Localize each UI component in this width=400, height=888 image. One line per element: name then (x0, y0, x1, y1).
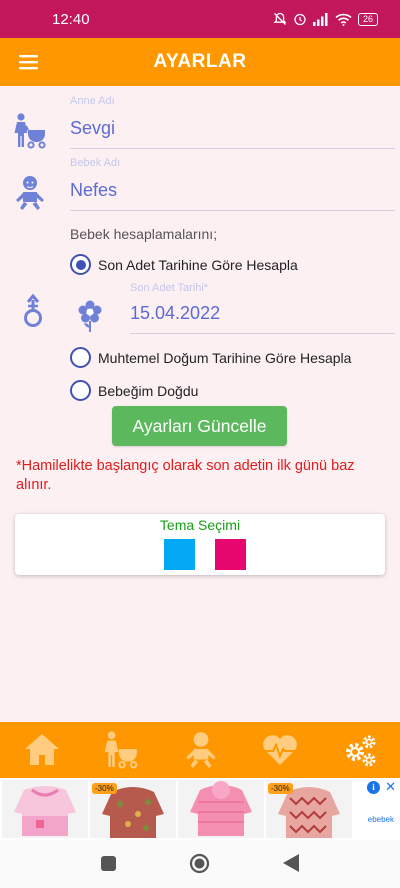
home-button[interactable] (189, 853, 210, 878)
option-due-date[interactable]: Muhtemel Doğum Tarihine Göre Hesapla (70, 347, 351, 368)
alarm-icon (294, 13, 306, 26)
settings-gears-icon (346, 735, 376, 767)
discount-badge: -30% (92, 783, 117, 794)
status-bar: 12:40 26 (0, 0, 400, 38)
radio-button[interactable] (70, 347, 91, 368)
nav-mother[interactable] (101, 730, 141, 770)
app-bar: AYARLAR (0, 38, 400, 86)
option-last-period[interactable]: Son Adet Tarihine Göre Hesapla (70, 254, 298, 275)
baby-icon (186, 732, 216, 768)
ad-banner[interactable]: -30% -30% i ✕ ebebek (0, 778, 400, 840)
theme-title: Tema Seçimi (159, 517, 241, 533)
system-navigation-bar (0, 840, 400, 888)
ad-product-image[interactable] (2, 780, 88, 838)
wifi-icon (335, 13, 352, 26)
ad-product-image[interactable] (178, 780, 264, 838)
battery-indicator: 26 (357, 12, 378, 26)
nav-home[interactable] (22, 730, 62, 770)
mother-name-underline (70, 148, 395, 149)
calculation-heading: Bebek hesaplamalarını; (70, 226, 218, 242)
home-icon (25, 734, 59, 765)
bottom-navigation (0, 722, 400, 778)
option-label: Bebeğim Doğdu (98, 382, 199, 399)
flower-icon (78, 300, 102, 332)
theme-selection-card: Tema Seçimi (15, 514, 385, 575)
radio-button-checked[interactable] (70, 254, 91, 275)
ad-product-image[interactable]: -30% (266, 780, 352, 838)
nav-baby[interactable] (181, 730, 221, 770)
update-settings-button[interactable]: Ayarları Güncelle (112, 406, 287, 446)
ad-product-image[interactable]: -30% (90, 780, 176, 838)
baby-name-label: Bebek Adı (70, 157, 121, 169)
info-note: *Hamilelikte başlangıç olarak son adetin… (16, 458, 355, 493)
back-button[interactable] (283, 854, 299, 876)
option-label: Muhtemel Doğum Tarihine Göre Hesapla (98, 349, 352, 366)
radio-button[interactable] (70, 380, 91, 401)
last-period-date-underline (130, 333, 395, 334)
nav-health[interactable] (260, 730, 300, 770)
discount-badge: -30% (268, 783, 293, 794)
mute-bell-icon (273, 12, 287, 25)
mother-name-label: Anne Adı (70, 95, 115, 107)
option-label: Son Adet Tarihine Göre Hesapla (98, 256, 298, 273)
signal-icon (312, 12, 328, 26)
status-icons: 26 (273, 12, 378, 26)
option-baby-born[interactable]: Bebeğim Doğdu (70, 380, 198, 401)
theme-swatch-blue[interactable] (164, 539, 195, 570)
heartbeat-icon (263, 735, 297, 765)
page-title: AYARLAR (153, 51, 247, 72)
baby-name-underline (70, 210, 395, 211)
status-time: 12:40 (52, 11, 90, 28)
gender-symbol-icon (24, 294, 42, 327)
info-icon[interactable]: i (367, 781, 380, 794)
recents-square-icon (101, 856, 116, 871)
back-triangle-icon (283, 854, 299, 872)
theme-swatch-pink[interactable] (215, 539, 246, 570)
ad-brand: ebebek (367, 815, 394, 824)
recents-button[interactable] (101, 856, 116, 875)
home-circle-icon (189, 853, 210, 874)
baby-icon (16, 176, 44, 210)
last-period-date-field[interactable]: 15.04.2022 (130, 303, 220, 324)
last-period-date-label: Son Adet Tarihi* (130, 282, 209, 294)
baby-name-field[interactable]: Nefes (70, 180, 117, 201)
mother-stroller-icon (14, 113, 46, 149)
close-icon[interactable]: ✕ (385, 779, 396, 795)
mother-stroller-icon (104, 731, 138, 769)
mother-name-field[interactable]: Sevgi (70, 118, 115, 139)
nav-settings[interactable] (340, 730, 380, 770)
